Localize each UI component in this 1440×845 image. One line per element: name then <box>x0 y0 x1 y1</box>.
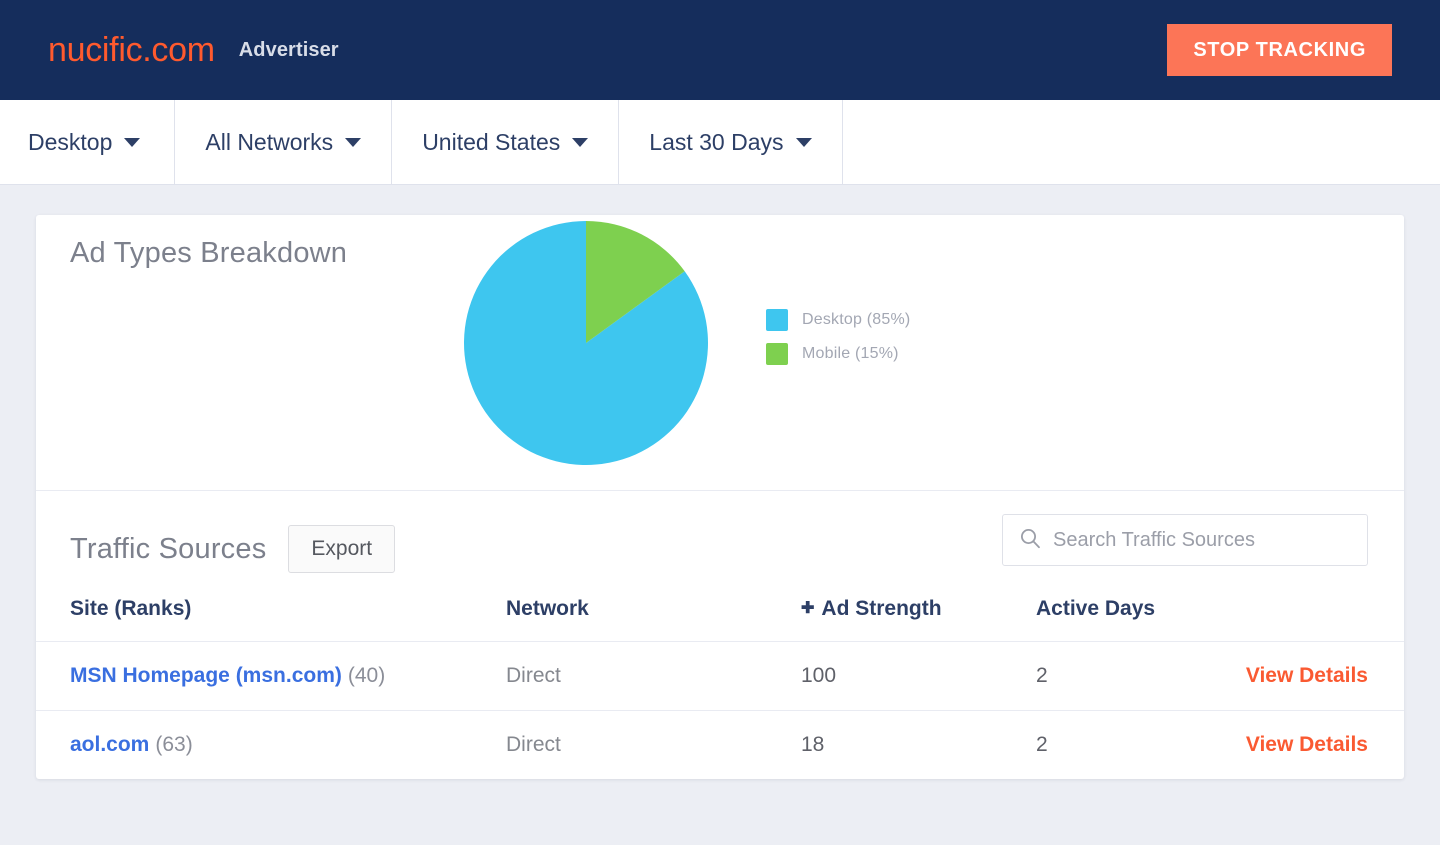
chevron-down-icon <box>124 138 140 147</box>
pie-chart-legend: Desktop (85%) Mobile (15%) <box>766 309 910 377</box>
cell-network: Direct <box>506 711 801 780</box>
filter-device-label: Desktop <box>28 129 112 156</box>
traffic-sources-header: Traffic Sources Export <box>36 491 1404 581</box>
legend-swatch-desktop <box>766 309 788 331</box>
filter-daterange-dropdown[interactable]: Last 30 Days <box>619 100 842 184</box>
column-header-actions <box>1231 581 1404 642</box>
filter-bar-spacer <box>843 100 1440 184</box>
table-header: Site (Ranks) Network ✚ Ad Strength Active… <box>36 581 1404 642</box>
table-body: MSN Homepage (msn.com)(40) Direct 100 2 … <box>36 642 1404 780</box>
pie-chart-svg <box>462 219 710 467</box>
column-header-network[interactable]: Network <box>506 581 801 642</box>
brand-logo: nucific.com <box>48 33 215 67</box>
filter-network-label: All Networks <box>205 129 333 156</box>
traffic-sources-section: Traffic Sources Export <box>36 491 1404 779</box>
view-details-link[interactable]: View Details <box>1246 664 1368 687</box>
chevron-down-icon <box>572 138 588 147</box>
column-header-active-days[interactable]: Active Days <box>1036 581 1231 642</box>
column-header-ad-strength[interactable]: ✚ Ad Strength <box>801 581 1036 642</box>
sort-descending-arrow-icon: ✚ <box>801 598 814 618</box>
table-header-row: Site (Ranks) Network ✚ Ad Strength Active… <box>36 581 1404 642</box>
cell-site: MSN Homepage (msn.com) (40) <box>36 642 506 711</box>
account-role-label: Advertiser <box>239 39 339 62</box>
column-header-site[interactable]: Site (Ranks) <box>36 581 506 642</box>
site-rank: (40) <box>348 664 385 687</box>
legend-item-mobile: Mobile (15%) <box>766 343 910 365</box>
cell-site: aol.com (63) <box>36 711 506 780</box>
cell-actions: View Details <box>1231 642 1404 711</box>
legend-label-desktop: Desktop (85%) <box>802 311 910 329</box>
legend-item-desktop: Desktop (85%) <box>766 309 910 331</box>
export-button[interactable]: Export <box>288 525 395 573</box>
app-header: nucific.com Advertiser STOP TRACKING <box>0 0 1440 100</box>
filter-country-label: United States <box>422 129 560 156</box>
ad-types-pie-chart <box>462 219 710 467</box>
cell-network: Direct <box>506 642 801 711</box>
table-row: aol.com (63) Direct 18 2 View Details <box>36 711 1404 780</box>
filter-device-dropdown[interactable]: Desktop <box>0 100 175 184</box>
cell-ad-strength: 100 <box>801 642 1036 711</box>
filter-bar: Desktop All Networks United States Last … <box>0 100 1440 185</box>
view-details-link[interactable]: View Details <box>1246 733 1368 756</box>
search-input[interactable] <box>1053 529 1351 552</box>
cell-actions: View Details <box>1231 711 1404 780</box>
chevron-down-icon <box>345 138 361 147</box>
site-link[interactable]: aol.com <box>70 733 149 756</box>
column-header-ad-strength-label: Ad Strength <box>821 597 941 620</box>
cell-active-days: 2 <box>1036 711 1231 780</box>
legend-swatch-mobile <box>766 343 788 365</box>
cell-ad-strength: 18 <box>801 711 1036 780</box>
filter-country-dropdown[interactable]: United States <box>392 100 619 184</box>
ad-types-breakdown-title: Ad Types Breakdown <box>70 237 347 270</box>
traffic-sources-title: Traffic Sources <box>70 533 266 566</box>
search-icon <box>1019 527 1041 554</box>
main-content: Ad Types Breakdown Desktop (85%) Mobile … <box>0 185 1440 779</box>
traffic-sources-table: Site (Ranks) Network ✚ Ad Strength Active… <box>36 581 1404 779</box>
site-link[interactable]: MSN Homepage (msn.com) <box>70 664 342 687</box>
ad-types-breakdown-section: Ad Types Breakdown Desktop (85%) Mobile … <box>36 215 1404 491</box>
dashboard-card: Ad Types Breakdown Desktop (85%) Mobile … <box>36 215 1404 779</box>
stop-tracking-button[interactable]: STOP TRACKING <box>1167 24 1392 76</box>
column-header-network-label: Network <box>506 597 589 620</box>
filter-network-dropdown[interactable]: All Networks <box>175 100 392 184</box>
column-header-site-label: Site (Ranks) <box>70 597 191 620</box>
filter-daterange-label: Last 30 Days <box>649 129 783 156</box>
column-header-active-days-label: Active Days <box>1036 597 1155 620</box>
legend-label-mobile: Mobile (15%) <box>802 345 899 363</box>
table-row: MSN Homepage (msn.com)(40) Direct 100 2 … <box>36 642 1404 711</box>
cell-active-days: 2 <box>1036 642 1231 711</box>
site-rank: (63) <box>155 733 192 756</box>
search-traffic-sources-box[interactable] <box>1002 514 1368 566</box>
chevron-down-icon <box>796 138 812 147</box>
